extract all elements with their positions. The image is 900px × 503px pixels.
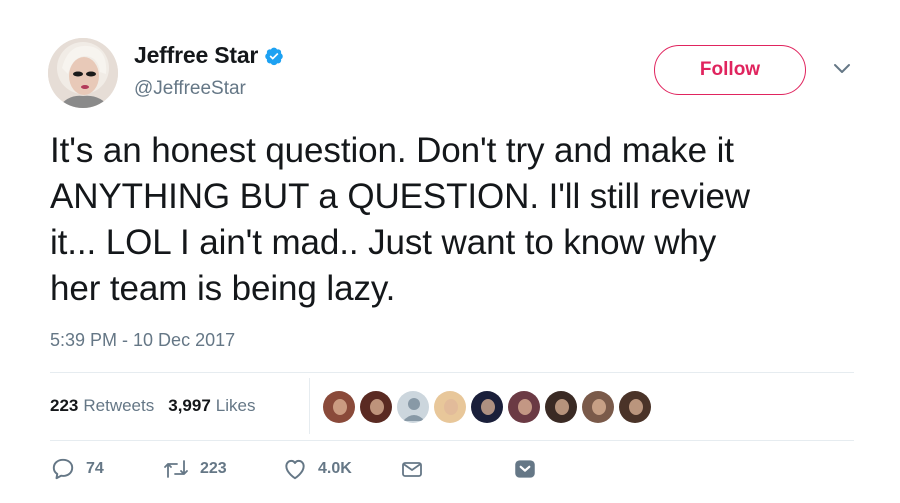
reply-count: 74 [86,460,104,477]
liker-avatars [322,390,655,424]
liker-avatar[interactable] [544,390,578,424]
liker-avatar[interactable] [618,390,652,424]
avatar[interactable] [48,38,118,108]
verified-badge-icon [264,46,284,66]
chevron-down-icon[interactable] [832,62,852,76]
like-count: 4.0K [318,460,352,477]
liker-avatar[interactable] [396,390,430,424]
like-button[interactable]: 4.0K [282,456,352,482]
tweet-card: Jeffree Star @JeffreeStar Follow It's an… [0,0,900,503]
envelope-icon [400,456,424,482]
liker-avatar[interactable] [322,390,356,424]
follow-button[interactable]: Follow [654,45,806,95]
retweet-count: 223 [200,460,227,477]
likes-label: Likes [215,396,256,415]
direct-message-button[interactable] [400,456,424,482]
display-name[interactable]: Jeffree Star [134,42,258,69]
divider [50,372,854,373]
tweet-stats: 223 Retweets 3,997 Likes [50,396,269,416]
retweets-count: 223 [50,396,79,415]
retweet-button[interactable]: 223 [162,456,227,482]
tweet-timestamp[interactable]: 5:39 PM - 10 Dec 2017 [50,330,235,351]
retweets-label: Retweets [83,396,155,415]
bookmark-icon [512,456,538,482]
likes-stat[interactable]: 3,997 Likes [168,396,255,416]
tweet-text: It's an honest question. Don't try and m… [50,131,750,308]
stats-separator [309,378,310,434]
user-name-row[interactable]: Jeffree Star [134,42,284,69]
heart-icon [282,456,308,482]
divider [50,440,854,441]
retweet-icon [162,456,190,482]
retweets-stat[interactable]: 223 Retweets [50,396,154,416]
liker-avatar[interactable] [359,390,393,424]
liker-avatar[interactable] [470,390,504,424]
liker-avatar[interactable] [581,390,615,424]
save-button[interactable] [512,456,538,482]
reply-icon [50,456,76,482]
reply-button[interactable]: 74 [50,456,104,482]
likes-count: 3,997 [168,396,211,415]
liker-avatar[interactable] [507,390,541,424]
user-handle[interactable]: @JeffreeStar [134,78,246,100]
liker-avatar[interactable] [433,390,467,424]
